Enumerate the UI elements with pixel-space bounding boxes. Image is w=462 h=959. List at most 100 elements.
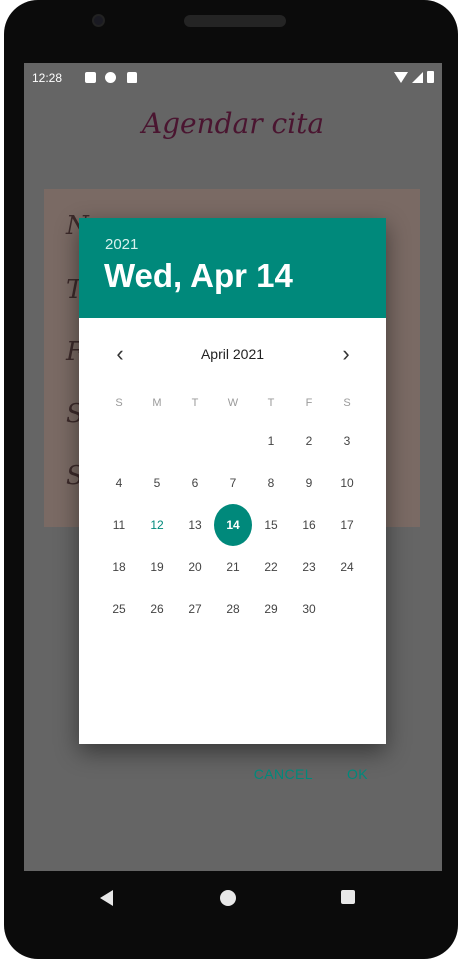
calendar-day[interactable]: 2 — [290, 420, 328, 462]
calendar-day-label: 14 — [214, 504, 252, 546]
header-selected-date[interactable]: Wed, Apr 14 — [104, 257, 293, 295]
calendar-empty-cell — [100, 420, 138, 462]
calendar-day[interactable]: 4 — [100, 462, 138, 504]
back-icon[interactable] — [100, 890, 113, 906]
status-right-icons — [394, 71, 434, 83]
calendar-day[interactable]: 20 — [176, 546, 214, 588]
calendar-day[interactable]: 19 — [138, 546, 176, 588]
calendar-day[interactable]: 22 — [252, 546, 290, 588]
calendar-day-label: 25 — [112, 602, 126, 616]
navigation-bar — [4, 871, 458, 931]
calendar-day[interactable]: 13 — [176, 504, 214, 546]
chevron-right-icon[interactable]: › — [331, 339, 361, 369]
calendar-day[interactable]: 25 — [100, 588, 138, 630]
calendar-day-label: 13 — [188, 518, 202, 532]
calendar-day[interactable]: 9 — [290, 462, 328, 504]
calendar-day-label: 27 — [188, 602, 202, 616]
calendar-days: 1 2 3 4 5 6 7 8 9 10 11 12 13 14 15 16 17 18 19 20 21 22 23 24 2… — [100, 420, 366, 630]
phone-frame: 12:28 Agendar cita N T F S S 2021 Wed, A… — [4, 0, 458, 959]
date-picker-header: 2021 Wed, Apr 14 — [79, 218, 386, 318]
calendar-day-label: 2 — [305, 434, 313, 448]
calendar-day[interactable]: 3 — [328, 420, 366, 462]
ok-button[interactable]: OK — [347, 766, 368, 782]
calendar-grid: S M T W T F S 1 2 3 4 5 6 7 8 9 10 11 12 13 14 15 16 17 1… — [100, 386, 366, 630]
calendar-day[interactable]: 26 — [138, 588, 176, 630]
calendar-empty-cell — [214, 420, 252, 462]
weekday-label: T — [267, 397, 275, 409]
calendar-day-label: 19 — [150, 560, 164, 574]
notification-icon — [85, 72, 96, 83]
record-icon — [105, 72, 116, 83]
weekday-label: W — [227, 397, 239, 409]
calendar-day[interactable]: 7 — [214, 462, 252, 504]
calendar-week-row: 11 12 13 14 15 16 17 — [100, 504, 366, 546]
calendar-day[interactable]: 29 — [252, 588, 290, 630]
calendar-day-label: 4 — [115, 476, 123, 490]
calendar-week-row: 25 26 27 28 29 30 — [100, 588, 366, 630]
calendar-empty-cell — [328, 588, 366, 630]
weekday-header: S M T W T F S — [100, 386, 366, 420]
calendar-day[interactable]: 15 — [252, 504, 290, 546]
calendar-day-label: 9 — [305, 476, 313, 490]
header-year[interactable]: 2021 — [105, 236, 138, 253]
weekday-label: F — [305, 397, 313, 409]
sd-card-icon — [127, 72, 137, 83]
calendar-day[interactable]: 27 — [176, 588, 214, 630]
calendar-day-label: 15 — [264, 518, 278, 532]
calendar-day-label: 30 — [302, 602, 316, 616]
calendar-day[interactable]: 11 — [100, 504, 138, 546]
dialog-actions: CANCEL OK — [254, 766, 368, 782]
app-title: Agendar cita — [141, 107, 325, 140]
calendar-empty-cell — [176, 420, 214, 462]
calendar-empty-cell — [138, 420, 176, 462]
month-navigation: ‹ April 2021 › — [79, 339, 386, 369]
battery-icon — [427, 71, 434, 83]
weekday-label: S — [115, 397, 123, 409]
calendar-day-label: 24 — [340, 560, 354, 574]
wifi-icon — [394, 71, 408, 83]
calendar-day[interactable]: 30 — [290, 588, 328, 630]
camera-icon — [92, 14, 105, 27]
recents-icon[interactable] — [341, 890, 355, 904]
calendar-week-row: 18 19 20 21 22 23 24 — [100, 546, 366, 588]
calendar-day[interactable]: 12 — [138, 504, 176, 546]
calendar-day[interactable]: 23 — [290, 546, 328, 588]
calendar-day-label: 16 — [302, 518, 316, 532]
calendar-day[interactable]: 17 — [328, 504, 366, 546]
calendar-day[interactable]: 21 — [214, 546, 252, 588]
status-bar: 12:28 — [24, 63, 442, 92]
calendar-day[interactable]: 16 — [290, 504, 328, 546]
calendar-day-label: 6 — [191, 476, 199, 490]
calendar-day[interactable]: 8 — [252, 462, 290, 504]
calendar-day-label: 12 — [150, 518, 164, 532]
calendar-day-label: 18 — [112, 560, 126, 574]
status-time: 12:28 — [32, 71, 63, 85]
calendar-day[interactable]: 1 — [252, 420, 290, 462]
calendar-day-label: 22 — [264, 560, 278, 574]
calendar-day[interactable]: 24 — [328, 546, 366, 588]
calendar-week-row: 1 2 3 — [100, 420, 366, 462]
calendar-day[interactable]: 10 — [328, 462, 366, 504]
signal-icon — [412, 71, 423, 83]
calendar-day-label: 26 — [150, 602, 164, 616]
calendar-day-label: 8 — [267, 476, 275, 490]
calendar-day-label: 21 — [226, 560, 240, 574]
calendar-day-label: 29 — [264, 602, 278, 616]
weekday-label: T — [191, 397, 199, 409]
calendar-day[interactable]: 18 — [100, 546, 138, 588]
calendar-day[interactable]: 5 — [138, 462, 176, 504]
weekday-label: S — [343, 397, 351, 409]
calendar-day[interactable]: 6 — [176, 462, 214, 504]
screen: 12:28 Agendar cita N T F S S 2021 Wed, A… — [24, 63, 442, 871]
calendar-day-label: 28 — [226, 602, 240, 616]
weekday-label: M — [152, 397, 162, 409]
cancel-button[interactable]: CANCEL — [254, 766, 313, 782]
calendar-day-label: 7 — [229, 476, 237, 490]
home-icon[interactable] — [220, 890, 236, 906]
calendar-day-label: 11 — [112, 518, 126, 532]
calendar-day-label: 23 — [302, 560, 316, 574]
calendar-day[interactable]: 28 — [214, 588, 252, 630]
calendar-day-label: 3 — [343, 434, 351, 448]
calendar-day-label: 1 — [267, 434, 275, 448]
calendar-day[interactable]: 14 — [214, 504, 252, 546]
